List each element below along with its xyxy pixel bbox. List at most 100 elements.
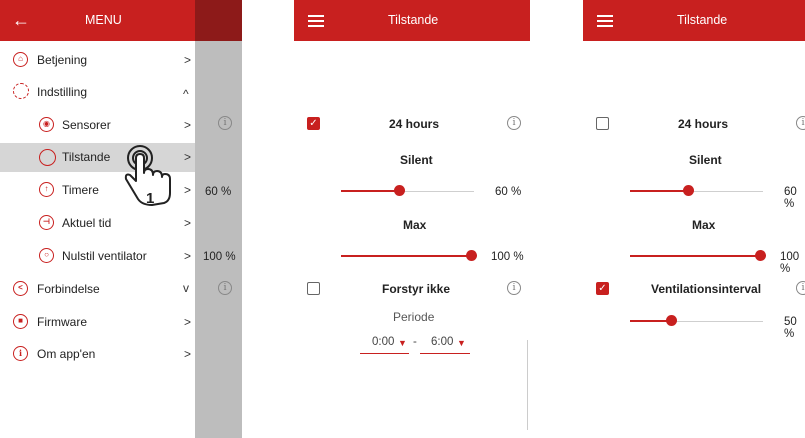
menu-item-label: Sensorer (62, 118, 111, 132)
menu-item-indstilling[interactable]: Indstilling ^ (0, 81, 195, 103)
hamburger-menu-icon[interactable] (597, 12, 613, 30)
silent-value: 60 % (784, 186, 797, 210)
app-header: Tilstande (294, 0, 530, 41)
underline (420, 353, 470, 354)
chevron-right-icon: > (184, 53, 192, 67)
silent-label: Silent (689, 153, 722, 167)
share-icon: < (13, 281, 28, 296)
silent-slider[interactable] (341, 185, 474, 197)
slider-fill (630, 190, 688, 192)
menu-item-sensorer[interactable]: ◉ Sensorer > (0, 114, 195, 136)
silent-value: 60 % (495, 186, 522, 198)
info-icon[interactable]: i (796, 281, 805, 295)
menu-item-aktuel-tid[interactable]: ⊣ Aktuel tid > (0, 212, 195, 234)
chevron-right-icon: > (184, 347, 192, 361)
chevron-right-icon: > (184, 249, 192, 263)
mode-label-forstyr-ikke: Forstyr ikke (382, 282, 451, 296)
max-label: Max (692, 218, 716, 232)
slider-thumb[interactable] (666, 315, 677, 326)
app-header: Tilstande (583, 0, 805, 41)
max-value: 100 % (780, 251, 800, 275)
menu-item-label: Tilstande (62, 150, 111, 164)
chevron-down-icon: v (183, 281, 189, 295)
menu-item-label: Indstilling (37, 85, 88, 99)
header-title: Tilstande (677, 13, 728, 27)
info-icon: i (13, 346, 28, 361)
behind-value-60: 60 % (205, 186, 232, 198)
menu-item-label: Betjening (37, 53, 88, 67)
max-slider[interactable] (341, 250, 477, 262)
sensor-icon: ◉ (39, 117, 54, 132)
scrollbar[interactable] (527, 340, 528, 430)
checkbox-24-hours[interactable]: ✓ (307, 117, 320, 130)
menu-item-firmware[interactable]: ■ Firmware > (0, 311, 195, 333)
chevron-right-icon: > (184, 183, 192, 197)
underline (360, 353, 409, 354)
tilstande-panel-2: Tilstande 24 hours i Silent 60 % Max 100… (583, 0, 805, 438)
time-from-value: 0:00 (372, 336, 395, 348)
menu-panel: i 60 % 100 % i ← MENU ⌂ Betjening > Inds… (0, 0, 242, 438)
home-icon: ⌂ (13, 52, 28, 67)
menu-title: MENU (85, 13, 122, 27)
hamburger-menu-icon[interactable] (308, 12, 324, 30)
header-title: Tilstande (388, 13, 439, 27)
menu-item-label: Forbindelse (37, 282, 100, 296)
touch-step-number: 1 (146, 190, 155, 207)
menu-item-label: Firmware (37, 315, 87, 329)
slider-thumb[interactable] (394, 185, 405, 196)
behind-info-icon-2: i (218, 281, 232, 295)
menu-item-nulstil-ventilator[interactable]: ○ Nulstil ventilator > (0, 245, 195, 267)
menu-item-label: Nulstil ventilator (62, 249, 147, 263)
menu-item-label: Aktuel tid (62, 216, 112, 230)
stopwatch-icon: ↑ (39, 182, 54, 197)
chevron-right-icon: > (184, 315, 192, 329)
max-slider[interactable] (630, 250, 766, 262)
menu-item-forbindelse[interactable]: < Forbindelse v (0, 278, 195, 300)
max-value: 100 % (491, 251, 524, 263)
dropdown-arrow-icon: ▼ (457, 338, 466, 348)
menu-header: ← MENU (0, 0, 195, 41)
slider-fill (630, 255, 760, 257)
firmware-icon: ■ (13, 314, 28, 329)
reset-icon: ○ (39, 248, 54, 263)
slider-fill (630, 320, 671, 322)
back-arrow-icon[interactable]: ← (12, 10, 30, 31)
menu-item-label: Timere (62, 183, 99, 197)
silent-slider[interactable] (630, 185, 763, 197)
menu-item-betjening[interactable]: ⌂ Betjening > (0, 49, 195, 71)
mode-label-24-hours: 24 hours (389, 117, 440, 131)
info-icon[interactable]: i (507, 116, 521, 130)
settings-icon (13, 83, 29, 99)
time-to-dropdown[interactable]: 6:00 ▼ (420, 335, 470, 355)
behind-info-icon: i (218, 116, 232, 130)
slider-fill (341, 190, 399, 192)
mode-label-ventilationsinterval: Ventilationsinterval (651, 282, 762, 296)
clock-icon: ⊣ (39, 215, 54, 230)
slider-thumb[interactable] (683, 185, 694, 196)
interval-value: 50 % (784, 316, 797, 340)
slider-fill (341, 255, 471, 257)
info-icon[interactable]: i (507, 281, 521, 295)
time-to-value: 6:00 (431, 336, 454, 348)
interval-slider[interactable] (630, 315, 763, 327)
checkbox-24-hours[interactable] (596, 117, 609, 130)
slider-thumb[interactable] (755, 250, 766, 261)
time-separator: - (413, 336, 417, 348)
checkbox-forstyr-ikke[interactable] (307, 282, 320, 295)
tilstande-panel-1: Tilstande ✓ 24 hours i Silent 60 % Max 1… (294, 0, 530, 438)
behind-value-100: 100 % (203, 251, 236, 263)
chevron-right-icon: > (184, 118, 192, 132)
menu-drawer: ← MENU ⌂ Betjening > Indstilling ^ ◉ Sen… (0, 0, 195, 438)
periode-label: Periode (393, 310, 435, 324)
dimmed-background (195, 0, 242, 438)
dimmed-header (195, 0, 242, 41)
checkbox-ventilationsinterval[interactable]: ✓ (596, 282, 609, 295)
menu-item-om-appen[interactable]: i Om app'en > (0, 343, 195, 365)
info-icon[interactable]: i (796, 116, 805, 130)
max-label: Max (403, 218, 427, 232)
time-from-dropdown[interactable]: 0:00 ▼ (360, 335, 409, 355)
slider-thumb[interactable] (466, 250, 477, 261)
dropdown-arrow-icon: ▼ (398, 338, 407, 348)
chevron-up-icon: ^ (183, 87, 189, 101)
chevron-right-icon: > (184, 216, 192, 230)
